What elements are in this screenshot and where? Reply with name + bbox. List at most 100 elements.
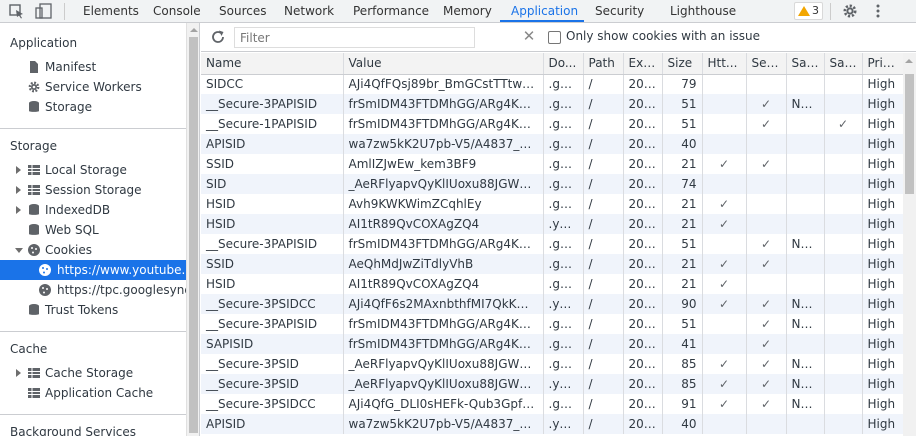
sidebar-item-indexeddb[interactable]: IndexedDB — [0, 200, 186, 220]
scroll-up-arrow-icon[interactable] — [190, 28, 198, 32]
column-header-value[interactable]: Value — [342, 53, 543, 75]
tab-elements[interactable]: Elements — [83, 0, 139, 22]
cell-domain: .you... — [542, 374, 583, 394]
cell-priority: High — [861, 114, 903, 134]
table-row[interactable]: SSID AmlIZJwEw_kem3BF9 .go.../202... 21 ✓ ✓ Hi… — [201, 154, 903, 174]
expand-arrow-icon[interactable] — [16, 186, 21, 194]
table-row[interactable]: __Secure-3PSIDCC AJi4QfF6s2MAxnbthfMI7QkK… — [201, 294, 903, 314]
scrollbar-thumb[interactable] — [905, 74, 914, 194]
tab-lighthouse[interactable]: Lighthouse — [670, 0, 736, 22]
collapse-arrow-icon[interactable] — [15, 248, 23, 253]
table-row[interactable]: __Secure-3PSID _AeRFlyapvQyKlIUoxu88JGWOH… — [201, 374, 903, 394]
expand-arrow-icon[interactable] — [16, 206, 21, 214]
sidebar-item-label: Service Workers — [45, 80, 142, 94]
cell-secure: ✓ — [745, 354, 786, 374]
table-row[interactable]: APISID wa7zw5kK2U7pb-V5/A4837_Y1P... .you.… — [201, 414, 903, 434]
more-options-icon[interactable] — [869, 3, 887, 19]
sidebar-item-service-workers[interactable]: Service Workers — [0, 77, 186, 97]
cell-expires: 202... — [622, 334, 662, 354]
sidebar-item-cookie-origin-youtube[interactable]: https://www.youtube.com — [0, 260, 186, 280]
only-issues-checkbox[interactable] — [548, 31, 561, 44]
cell-samesite — [785, 334, 824, 354]
tab-application[interactable]: Application — [511, 0, 578, 22]
table-row[interactable]: SIDCC AJi4QfFQsj89br_BmGCstTTtwRuC... .go.… — [201, 74, 903, 94]
cell-sameparty — [823, 154, 862, 174]
scroll-up-arrow-icon[interactable] — [905, 59, 913, 63]
table-row[interactable]: SAPISID frSmIDM43FTDMhGG/ARg4KdVTj... .go.… — [201, 334, 903, 354]
column-header-size[interactable]: Size — [661, 53, 702, 75]
cell-name: __Secure-1PAPISID — [206, 117, 318, 131]
sidebar-item-label: Manifest — [45, 60, 97, 74]
sidebar-item-trust-tokens[interactable]: Trust Tokens — [0, 300, 186, 320]
table-row[interactable]: HSID Avh9KWKWimZCqhlEy .go.../202... 21 ✓ Hig… — [201, 194, 903, 214]
column-header-samesite[interactable]: Sam... — [785, 53, 824, 75]
column-header-name[interactable]: Name — [201, 53, 343, 75]
tab-memory[interactable]: Memory — [443, 0, 492, 22]
table-row[interactable]: SSID AeQhMdJwZiTdlyVhB .go.../202... 21 ✓ ✓ Hi… — [201, 254, 903, 274]
cell-path: / — [582, 94, 623, 114]
tab-console[interactable]: Console — [153, 0, 201, 22]
cell-samesite — [785, 114, 824, 134]
column-header-path[interactable]: Path — [582, 53, 623, 75]
sidebar-item-local-storage[interactable]: Local Storage — [0, 160, 186, 180]
sidebar-item-cache-storage[interactable]: Cache Storage — [0, 363, 186, 383]
refresh-icon[interactable] — [210, 29, 226, 45]
section-divider — [0, 331, 186, 332]
expand-arrow-icon[interactable] — [16, 369, 21, 377]
table-row[interactable]: HSID AI1tR89QvCOXAgZQ4 .you.../202... 21 ✓ Hi… — [201, 214, 903, 234]
filter-input[interactable] — [234, 27, 475, 48]
sidebar-item-label: https://tpc.googlesyndication.com — [57, 283, 186, 297]
table-row[interactable]: __Secure-3PSIDCC AJi4QfG_DLI0sHEFk-Qub3Gp… — [201, 394, 903, 414]
cell-path: / — [582, 414, 623, 434]
cell-path: / — [582, 314, 623, 334]
column-header-expires[interactable]: Expi... — [622, 53, 662, 75]
sidebar-item-application-cache[interactable]: Application Cache — [0, 383, 186, 403]
table-scrollbar[interactable] — [903, 53, 916, 436]
sidebar-item-cookie-origin-googlesyndication[interactable]: https://tpc.googlesyndication.com — [0, 280, 186, 300]
table-row[interactable]: HSID AI1tR89QvCOXAgZQ4 .go.../202... 21 ✓ Hig… — [201, 274, 903, 294]
cell-sameparty — [823, 234, 862, 254]
cell-value: AeQhMdJwZiTdlyVhB — [342, 254, 543, 274]
table-row[interactable]: __Secure-1PAPISID frSmIDM43FTDMhGG/ARg4Kd… — [201, 114, 903, 134]
table-row[interactable]: __Secure-3PSID _AeRFlyapvQyKlIUoxu88JGWOH… — [201, 354, 903, 374]
sidebar-item-manifest[interactable]: Manifest — [0, 57, 186, 77]
cell-httponly — [701, 314, 746, 334]
tab-performance[interactable]: Performance — [353, 0, 429, 22]
warnings-badge[interactable]: 3 — [794, 2, 823, 20]
table-row[interactable]: SID _AeRFlyapvQyKlIUoxu88JGWOHT... .go... /… — [201, 174, 903, 194]
sidebar-scrollbar[interactable] — [186, 23, 200, 436]
cell-path: / — [582, 254, 623, 274]
scrollbar-thumb[interactable] — [189, 37, 198, 433]
table-row[interactable]: __Secure-3PAPISID frSmIDM43FTDMhGG/ARg4Kd… — [201, 314, 903, 334]
clear-filter-icon[interactable]: ✕ — [521, 28, 537, 44]
cell-secure: ✓ — [745, 234, 786, 254]
sidebar-item-session-storage[interactable]: Session Storage — [0, 180, 186, 200]
cookies-panel: ✕ Only show cookies with an issue Name V… — [201, 23, 916, 436]
cell-size: 51 — [661, 234, 702, 254]
cell-httponly — [701, 134, 746, 154]
cell-sameparty — [823, 274, 862, 294]
cell-domain: .go... — [542, 254, 583, 274]
table-row[interactable]: APISID wa7zw5kK2U7pb-V5/A4837_Y1P... .go..… — [201, 134, 903, 154]
table-row[interactable]: __Secure-3PAPISID frSmIDM43FTDMhGG/ARg4Kd… — [201, 234, 903, 254]
sidebar-item-web-sql[interactable]: Web SQL — [0, 220, 186, 240]
inspect-element-icon[interactable] — [8, 3, 26, 19]
sidebar-item-storage[interactable]: Storage — [0, 97, 186, 117]
cell-path: / — [582, 114, 623, 134]
column-header-sameparty[interactable]: Sam... — [823, 53, 862, 75]
cell-expires: 202... — [622, 294, 662, 314]
tab-network[interactable]: Network — [284, 0, 334, 22]
tab-sources[interactable]: Sources — [219, 0, 266, 22]
settings-gear-icon[interactable] — [841, 3, 859, 19]
device-toolbar-icon[interactable] — [35, 3, 53, 19]
column-header-domain[interactable]: Do... — [542, 53, 583, 75]
table-row[interactable]: __Secure-3PAPISID frSmIDM43FTDMhGG/ARg4Kd… — [201, 94, 903, 114]
column-header-priority[interactable]: Prio... — [861, 53, 903, 75]
tab-security[interactable]: Security — [595, 0, 644, 22]
column-header-httponly[interactable]: Htt... — [701, 53, 746, 75]
cell-value: AmlIZJwEw_kem3BF9 — [342, 154, 543, 174]
cell-sameparty — [823, 294, 862, 314]
sidebar-item-cookies[interactable]: Cookies — [0, 240, 186, 260]
expand-arrow-icon[interactable] — [16, 166, 21, 174]
column-header-secure[interactable]: Sec... — [745, 53, 786, 75]
